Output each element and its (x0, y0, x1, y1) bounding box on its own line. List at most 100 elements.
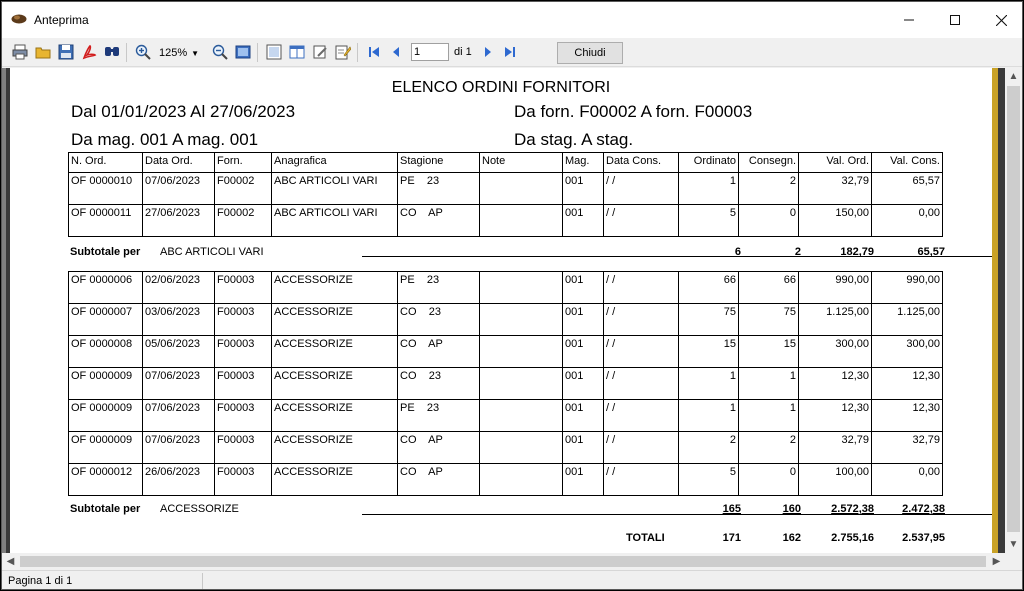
minimize-button[interactable] (886, 2, 932, 38)
table-cell: F00003 (214, 303, 272, 336)
orders-table-group2: OF 0000006 02/06/2023 F00003 ACCESSORIZE PE … (68, 271, 943, 496)
table-cell: CO 23 (397, 367, 480, 400)
first-page-icon[interactable] (366, 44, 382, 60)
table-cell: 0,00 (871, 204, 943, 237)
total-value: 160 (782, 503, 801, 515)
vertical-scroll-thumb[interactable] (1007, 86, 1020, 532)
open-icon[interactable] (35, 44, 51, 60)
save-icon[interactable] (58, 44, 74, 60)
table-cell: 150,00 (798, 204, 872, 237)
zoom-select[interactable]: 125% ▼ (159, 44, 207, 62)
table-cell: 12,30 (871, 399, 943, 432)
table-cell: ACCESSORIZE (271, 271, 398, 304)
toolbar-separator (357, 43, 358, 62)
subtotal-label-2: Subtotale per (70, 503, 141, 515)
total-value: 2.755,16 (831, 532, 874, 544)
total-value: 162 (782, 532, 801, 544)
horizontal-scrollbar[interactable]: ◀ ▶ (2, 553, 1005, 570)
zoom-out-icon[interactable] (212, 44, 228, 60)
page-setup-icon[interactable] (266, 44, 282, 60)
table-cell: 1 (738, 367, 799, 400)
table-cell: F00003 (214, 463, 272, 496)
table-cell: 2 (678, 431, 739, 464)
table-cell: 5 (678, 463, 739, 496)
subtotal-name-1: ABC ARTICOLI VARI (160, 246, 264, 258)
table-cell: 32,79 (798, 172, 872, 205)
table-cell: F00003 (214, 367, 272, 400)
table-cell: 1 (678, 399, 739, 432)
warehouse-range: Da mag. 001 A mag. 001 (71, 130, 259, 149)
print-icon[interactable] (12, 44, 28, 60)
table-row: OF 0000009 07/06/2023 F00003 ACCESSORIZE CO … (68, 367, 943, 400)
maximize-button[interactable] (932, 2, 978, 38)
table-row: OF 0000011 27/06/2023 F00002 ABC ARTICOLI V… (68, 204, 943, 237)
two-pages-icon[interactable] (289, 44, 305, 60)
scroll-left-icon[interactable]: ◀ (2, 553, 19, 570)
table-cell: CO AP (397, 463, 480, 496)
table-cell: CO AP (397, 204, 480, 237)
table-cell: F00002 (214, 172, 272, 205)
column-header: Val. Cons. (871, 152, 943, 173)
edit-page-icon[interactable] (335, 44, 351, 60)
vertical-scrollbar[interactable]: ▲ ▼ (1005, 68, 1022, 553)
table-cell: 001 (562, 303, 604, 336)
table-cell: 12,30 (798, 367, 872, 400)
scroll-right-icon[interactable]: ▶ (988, 553, 1005, 570)
chiudi-button[interactable]: Chiudi (557, 42, 623, 64)
table-cell: ABC ARTICOLI VARI (271, 204, 398, 237)
table-cell: 990,00 (871, 271, 943, 304)
orders-table-group1: N. Ord. Data Ord. Forn. Anagrafica Stagione N… (68, 152, 943, 237)
table-cell: F00003 (214, 335, 272, 368)
last-page-icon[interactable] (502, 44, 518, 60)
fit-page-icon[interactable] (235, 44, 251, 60)
close-window-button[interactable] (978, 2, 1022, 38)
table-cell: OF 0000008 (68, 335, 143, 368)
find-icon[interactable] (104, 44, 120, 60)
page-number-input[interactable]: 1 (411, 43, 449, 61)
scroll-down-icon[interactable]: ▼ (1005, 536, 1022, 553)
table-cell: 1 (738, 399, 799, 432)
table-cell: 07/06/2023 (142, 431, 215, 464)
table-cell: 75 (738, 303, 799, 336)
table-cell (479, 367, 563, 400)
report-page: ELENCO ORDINI FORNITORI Dal 01/01/2023 A… (10, 68, 992, 553)
table-cell (479, 204, 563, 237)
title-bar: Anteprima (2, 2, 1022, 38)
next-page-icon[interactable] (480, 44, 496, 60)
prev-page-icon[interactable] (388, 44, 404, 60)
column-header: Data Cons. (603, 152, 679, 173)
table-cell (479, 431, 563, 464)
season-range: Da stag. A stag. (514, 130, 634, 149)
column-header: Consegn. (738, 152, 799, 173)
page-status: Pagina 1 di 1 (8, 575, 73, 587)
table-cell: / / (603, 303, 679, 336)
table-cell (479, 303, 563, 336)
table-cell: / / (603, 431, 679, 464)
toolbar-separator (257, 43, 258, 62)
table-cell (479, 172, 563, 205)
table-cell: F00003 (214, 431, 272, 464)
total-value: 65,57 (917, 246, 945, 258)
preview-viewport: ELENCO ORDINI FORNITORI Dal 01/01/2023 A… (2, 68, 1005, 553)
table-cell: 2 (738, 431, 799, 464)
pdf-icon[interactable] (81, 44, 97, 60)
edit-icon[interactable] (312, 44, 328, 60)
horizontal-scroll-thumb[interactable] (20, 556, 986, 567)
chevron-down-icon: ▼ (191, 48, 200, 58)
scroll-up-icon[interactable]: ▲ (1005, 68, 1022, 85)
toolbar: 125% ▼ 1 di 1 Chiudi (2, 38, 1022, 67)
table-cell: 12,30 (798, 399, 872, 432)
table-cell: OF 0000009 (68, 399, 143, 432)
zoom-in-icon[interactable] (135, 44, 151, 60)
column-header: Ordinato (678, 152, 739, 173)
date-range: Dal 01/01/2023 Al 27/06/2023 (71, 102, 296, 121)
table-cell (479, 271, 563, 304)
status-bar: Pagina 1 di 1 (2, 570, 1022, 589)
table-cell: ACCESSORIZE (271, 431, 398, 464)
table-row: OF 0000009 07/06/2023 F00003 ACCESSORIZE PE … (68, 399, 943, 432)
subtotal-label-1: Subtotale per (70, 246, 141, 258)
table-cell: 001 (562, 463, 604, 496)
table-row: OF 0000007 03/06/2023 F00003 ACCESSORIZE CO … (68, 303, 943, 336)
table-row: OF 0000008 05/06/2023 F00003 ACCESSORIZE CO … (68, 335, 943, 368)
table-row: OF 0000006 02/06/2023 F00003 ACCESSORIZE PE … (68, 271, 943, 304)
